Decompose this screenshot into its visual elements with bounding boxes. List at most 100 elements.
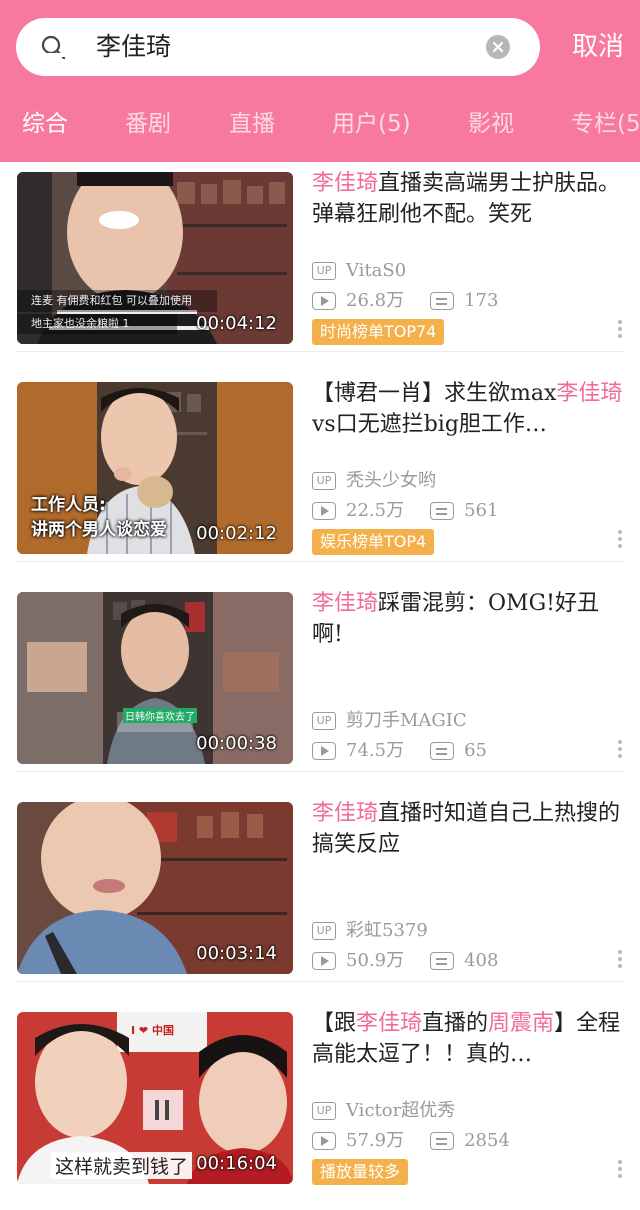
more-vertical-icon[interactable]: [616, 317, 624, 347]
uploader-badge-icon: UP: [312, 712, 336, 730]
thumbnail-overlay-text: 日韩你喜欢去了: [123, 708, 197, 723]
stats-row: 26.8万 173: [312, 286, 612, 316]
video-thumbnail[interactable]: I ❤ 中国 这样就卖到钱了 00:16:04: [17, 1012, 293, 1184]
stats-row: 57.9万 2854: [312, 1126, 612, 1156]
video-title[interactable]: 李佳琦直播卖高端男士护肤品。弹幕狂刷他不配。笑死: [312, 168, 626, 230]
divider: [16, 351, 624, 352]
title-text: 【博君一肖】求生欲max: [312, 381, 557, 406]
video-card[interactable]: I ❤ 中国 这样就卖到钱了 00:16:04 【跟李佳琦直播的周震南】全程高能…: [0, 1002, 640, 1192]
title-keyword-highlight: 李佳琦: [356, 1011, 423, 1036]
danmaku-count: 65: [464, 740, 487, 761]
danmaku-count-icon: [430, 502, 455, 520]
stats-row: 50.9万 408: [312, 946, 612, 976]
uploader-name: 剪刀手MAGIC: [346, 710, 467, 731]
tab-users[interactable]: 用户(5): [332, 104, 411, 144]
play-count-icon: [312, 742, 336, 760]
active-tab-indicator: [20, 53, 72, 57]
uploader-row[interactable]: UP 秃头少女哟: [312, 466, 612, 496]
uploader-row[interactable]: UP VitaS0: [312, 256, 612, 286]
uploader-badge-icon: UP: [312, 922, 336, 940]
video-card[interactable]: 日韩你喜欢去了 00:00:38 李佳琦踩雷混剪：OMG!好丑啊! UP 剪刀手M…: [0, 582, 640, 772]
more-vertical-icon[interactable]: [616, 947, 624, 977]
danmaku-count: 173: [464, 290, 499, 311]
rank-badge: 播放量较多: [312, 1159, 409, 1185]
title-keyword-highlight: 李佳琦: [556, 381, 623, 406]
title-keyword-highlight: 李佳琦: [312, 591, 379, 616]
uploader-row[interactable]: UP 剪刀手MAGIC: [312, 706, 612, 736]
uploader-name: Victor超优秀: [346, 1100, 456, 1121]
title-text: 【跟: [312, 1011, 357, 1036]
danmaku-count-icon: [430, 952, 455, 970]
title-text: vs口无遮拦big胆工作…: [312, 412, 547, 437]
thumbnail-overlay-text: 连麦 有佣费和红包 可以叠加使用: [31, 294, 192, 307]
view-count: 74.5万: [346, 740, 405, 761]
video-title[interactable]: 李佳琦直播时知道自己上热搜的搞笑反应: [312, 798, 626, 860]
uploader-row[interactable]: UP 彩虹5379: [312, 916, 612, 946]
thumbnail-sign-text: I ❤ 中国: [131, 1024, 174, 1037]
video-thumbnail[interactable]: 00:03:14: [17, 802, 293, 974]
video-card[interactable]: 工作人员: 讲两个男人谈恋爱 00:02:12 【博君一肖】求生欲max李佳琦 v…: [0, 372, 640, 562]
uploader-row[interactable]: UP Victor超优秀: [312, 1096, 612, 1126]
clear-icon[interactable]: [486, 35, 510, 59]
play-count-icon: [312, 292, 336, 310]
video-title[interactable]: 【跟李佳琦直播的周震南】全程高能太逗了！！真的…: [312, 1008, 626, 1070]
title-keyword-highlight: 李佳琦: [312, 171, 379, 196]
video-duration: 00:00:38: [196, 733, 277, 754]
tab-live[interactable]: 直播: [229, 104, 275, 144]
title-keyword-highlight: 李佳琦: [312, 801, 379, 826]
tab-bangumi[interactable]: 番剧: [125, 104, 171, 144]
tab-film[interactable]: 影视: [468, 104, 514, 144]
uploader-badge-icon: UP: [312, 262, 336, 280]
uploader-name: 秃头少女哟: [346, 470, 436, 491]
video-meta: UP Victor超优秀 57.9万 2854: [312, 1096, 612, 1156]
danmaku-count: 408: [464, 950, 499, 971]
rank-badge: 娱乐榜单TOP4: [312, 529, 435, 555]
video-card[interactable]: 00:03:14 李佳琦直播时知道自己上热搜的搞笑反应 UP 彩虹5379 50.…: [0, 792, 640, 982]
play-count-icon: [312, 952, 336, 970]
view-count: 26.8万: [346, 290, 405, 311]
search-input[interactable]: 李佳琦: [16, 18, 540, 76]
view-count: 50.9万: [346, 950, 405, 971]
uploader-name: 彩虹5379: [346, 920, 428, 941]
video-card[interactable]: 连麦 有佣费和红包 可以叠加使用 地主家也没余粮啦 1 00:04:12 李佳琦…: [0, 162, 640, 352]
more-vertical-icon[interactable]: [616, 737, 624, 767]
view-count: 22.5万: [346, 500, 405, 521]
category-tabs: 综合 番剧 直播 用户(5) 影视 专栏(5: [0, 104, 640, 146]
search-header: 李佳琦 取消 综合 番剧 直播 用户(5) 影视 专栏(5: [0, 0, 640, 162]
tab-column[interactable]: 专栏(5: [571, 104, 640, 144]
video-thumbnail[interactable]: 连麦 有佣费和红包 可以叠加使用 地主家也没余粮啦 1 00:04:12: [17, 172, 293, 344]
video-title[interactable]: 李佳琦踩雷混剪：OMG!好丑啊!: [312, 588, 626, 650]
thumbnail-overlay-text: 工作人员:: [31, 495, 106, 515]
uploader-name: VitaS0: [346, 260, 407, 281]
tab-general[interactable]: 综合: [22, 104, 68, 144]
video-thumbnail[interactable]: 工作人员: 讲两个男人谈恋爱 00:02:12: [17, 382, 293, 554]
search-row: 李佳琦 取消: [16, 18, 626, 76]
rank-badge: 时尚榜单TOP74: [312, 319, 445, 345]
video-duration: 00:16:04: [196, 1153, 277, 1174]
danmaku-count: 2854: [464, 1130, 510, 1151]
stats-row: 74.5万 65: [312, 736, 612, 766]
uploader-badge-icon: UP: [312, 1102, 336, 1120]
danmaku-count-icon: [430, 1132, 455, 1150]
uploader-badge-icon: UP: [312, 472, 336, 490]
cancel-button[interactable]: 取消: [572, 28, 624, 66]
play-count-icon: [312, 502, 336, 520]
thumbnail-overlay-text: 这样就卖到钱了: [51, 1152, 193, 1179]
video-title[interactable]: 【博君一肖】求生欲max李佳琦 vs口无遮拦big胆工作…: [312, 378, 626, 440]
video-duration: 00:04:12: [196, 313, 277, 334]
divider: [16, 981, 624, 982]
divider: [16, 771, 624, 772]
more-vertical-icon[interactable]: [616, 1157, 624, 1187]
divider: [16, 561, 624, 562]
thumbnail-overlay-text: 讲两个男人谈恋爱: [31, 520, 167, 540]
play-count-icon: [312, 1132, 336, 1150]
video-thumbnail[interactable]: 日韩你喜欢去了 00:00:38: [17, 592, 293, 764]
video-meta: UP 彩虹5379 50.9万 408: [312, 916, 612, 976]
danmaku-count: 561: [464, 500, 499, 521]
stats-row: 22.5万 561: [312, 496, 612, 526]
video-duration: 00:02:12: [196, 523, 277, 544]
video-meta: UP 剪刀手MAGIC 74.5万 65: [312, 706, 612, 766]
video-meta: UP VitaS0 26.8万 173: [312, 256, 612, 316]
more-vertical-icon[interactable]: [616, 527, 624, 557]
title-text: 直播的: [422, 1011, 489, 1036]
